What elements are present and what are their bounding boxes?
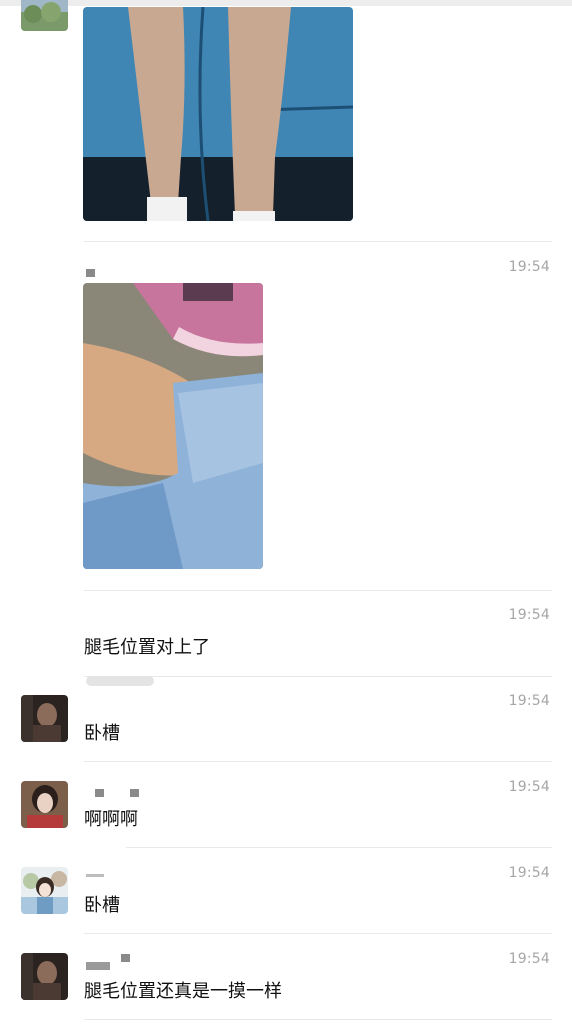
avatar-photo-icon bbox=[21, 695, 68, 742]
avatar[interactable] bbox=[21, 0, 68, 31]
avatar[interactable] bbox=[21, 695, 68, 742]
message-divider bbox=[126, 847, 552, 848]
redacted-sender-name bbox=[86, 874, 104, 877]
shared-image-arm[interactable] bbox=[83, 283, 263, 569]
avatar[interactable] bbox=[21, 953, 68, 1000]
message-timestamp: 19:54 bbox=[508, 607, 550, 623]
message-timestamp: 19:54 bbox=[508, 693, 550, 709]
avatar-illustration-icon bbox=[21, 867, 68, 914]
redacted-sender-name bbox=[95, 789, 104, 797]
legs-photo-icon bbox=[83, 7, 353, 221]
avatar-landscape-icon bbox=[21, 0, 68, 31]
message-text: 卧槽 bbox=[84, 723, 120, 744]
avatar[interactable] bbox=[21, 867, 68, 914]
message-timestamp: 19:54 bbox=[508, 865, 550, 881]
arm-photo-icon bbox=[83, 283, 263, 569]
message-divider bbox=[84, 761, 552, 762]
message-text: 腿毛位置还真是一摸一样 bbox=[84, 981, 282, 1002]
avatar[interactable] bbox=[21, 781, 68, 828]
message-divider bbox=[84, 590, 552, 591]
avatar-photo-icon bbox=[21, 953, 68, 1000]
message-text: 腿毛位置对上了 bbox=[84, 637, 210, 658]
redacted-sender-name bbox=[86, 269, 95, 277]
message-divider bbox=[84, 1019, 552, 1020]
message-text: 卧槽 bbox=[84, 895, 120, 916]
message-divider bbox=[84, 676, 552, 677]
redacted-sender-name bbox=[86, 962, 110, 970]
message-divider bbox=[84, 241, 552, 242]
redacted-sender-name bbox=[121, 954, 130, 962]
status-strip bbox=[0, 0, 572, 6]
message-divider bbox=[84, 933, 552, 934]
message-timestamp: 19:54 bbox=[508, 259, 550, 275]
avatar-photo-icon bbox=[21, 781, 68, 828]
message-timestamp: 19:54 bbox=[508, 779, 550, 795]
redacted-sender-name bbox=[86, 676, 154, 686]
shared-image-legs[interactable] bbox=[83, 7, 353, 221]
redacted-sender-name bbox=[130, 789, 139, 797]
message-text: 啊啊啊 bbox=[84, 809, 138, 830]
message-timestamp: 19:54 bbox=[508, 951, 550, 967]
